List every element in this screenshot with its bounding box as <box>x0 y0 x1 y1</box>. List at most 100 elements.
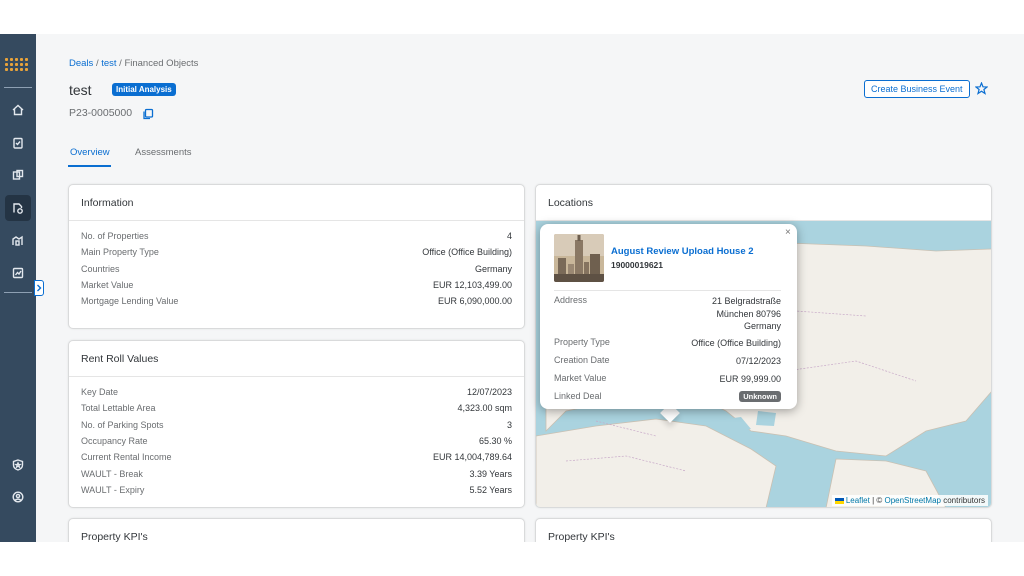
popup-row: Property Type Office (Office Building) <box>554 337 781 350</box>
ukraine-flag-icon <box>834 497 844 504</box>
app-frame: Deals / test / Financed Objects test Ini… <box>0 34 1024 542</box>
attribution-separator: | © <box>869 496 885 505</box>
property-thumbnail <box>554 234 604 282</box>
popup-row: Creation Date 07/12/2023 <box>554 355 781 368</box>
favorite-star-icon[interactable] <box>974 81 989 95</box>
rent-value: 3.39 Years <box>469 469 512 479</box>
copy-icon[interactable] <box>142 107 154 120</box>
popup-value: 07/12/2023 <box>735 356 781 366</box>
popup-value: EUR 99,999.00 <box>719 374 781 384</box>
popup-address-value: 21 Belgradstraße München 80796 Germany <box>712 295 781 333</box>
rent-value: 4,323.00 sqm <box>457 403 512 413</box>
breadcrumb-separator: / <box>119 58 122 69</box>
breadcrumb-link-deals[interactable]: Deals <box>69 58 93 69</box>
tab-selected-indicator <box>68 165 111 167</box>
rent-roll-card: Rent Roll Values Key Date 12/07/2023 Tota… <box>68 340 525 508</box>
info-value: Office (Office Building) <box>422 247 512 257</box>
info-label: Countries <box>81 264 120 274</box>
info-label: Mortgage Lending Value <box>81 296 179 306</box>
status-badge: Initial Analysis <box>112 83 176 96</box>
tasks-icon[interactable] <box>5 130 31 156</box>
rent-label: WAULT - Break <box>81 469 143 479</box>
info-value: 4 <box>506 231 512 241</box>
rent-value: 5.52 Years <box>469 485 512 495</box>
info-row: Market Value EUR 12,103,499.00 <box>81 280 512 294</box>
rent-label: Occupancy Rate <box>81 436 148 446</box>
address-line: 21 Belgradstraße <box>711 296 781 306</box>
shield-icon[interactable] <box>5 452 31 478</box>
card-title: Property KPI's <box>536 519 991 543</box>
popup-label: Address <box>554 295 588 305</box>
rent-value: EUR 14,004,789.64 <box>432 452 512 462</box>
rent-row: No. of Parking Spots 3 <box>81 420 512 434</box>
info-label: Market Value <box>81 280 134 290</box>
popup-address-row: Address 21 Belgradstraße München 80796 G… <box>554 295 781 333</box>
sidebar-expand-toggle[interactable] <box>34 280 44 296</box>
create-business-event-button[interactable]: Create Business Event <box>864 80 970 98</box>
rent-value: 65.30 % <box>478 436 512 446</box>
popup-label: Linked Deal <box>554 391 602 401</box>
info-row: Main Property Type Office (Office Buildin… <box>81 247 512 261</box>
collateral-icon[interactable] <box>5 228 31 254</box>
info-row: Mortgage Lending Value EUR 6,090,000.00 <box>81 296 512 310</box>
info-value: EUR 12,103,499.00 <box>432 280 512 290</box>
property-kpi-card: Property KPI's <box>68 518 525 542</box>
popup-label: Creation Date <box>554 355 610 365</box>
tab-overview[interactable]: Overview <box>70 147 110 158</box>
sidebar-divider <box>4 87 32 88</box>
deals-icon[interactable] <box>5 162 31 188</box>
info-value: Germany <box>474 264 512 274</box>
popup-divider <box>554 290 781 291</box>
tab-assessments[interactable]: Assessments <box>135 147 192 158</box>
linked-deal-badge: Unknown <box>739 391 781 402</box>
sidebar-divider <box>4 292 32 293</box>
info-label: Main Property Type <box>81 247 159 257</box>
property-thumbnail-image <box>554 234 604 282</box>
rent-label: No. of Parking Spots <box>81 420 164 430</box>
app-launcher-icon[interactable] <box>5 58 31 72</box>
property-kpi-card: Property KPI's <box>535 518 992 542</box>
popup-value: Office (Office Building) <box>691 338 781 348</box>
popup-close-button[interactable]: × <box>785 227 791 238</box>
breadcrumb: Deals / test / Financed Objects <box>69 58 198 69</box>
map-attribution: Leaflet | © OpenStreetMap contributors <box>831 495 988 506</box>
openstreetmap-link[interactable]: OpenStreetMap <box>884 496 940 505</box>
breadcrumb-link-test[interactable]: test <box>101 58 116 69</box>
leaflet-link[interactable]: Leaflet <box>846 496 870 505</box>
attribution-suffix: contributors <box>940 496 985 505</box>
popup-label: Property Type <box>554 337 610 347</box>
financed-objects-icon[interactable] <box>5 195 31 221</box>
breadcrumb-current: Financed Objects <box>124 58 199 69</box>
rent-label: Current Rental Income <box>81 452 172 462</box>
popup-property-title-link[interactable]: August Review Upload House 2 <box>611 246 754 257</box>
user-profile-icon[interactable] <box>5 484 31 510</box>
info-row: No. of Properties 4 <box>81 231 512 245</box>
rent-row: WAULT - Expiry 5.52 Years <box>81 485 512 499</box>
rent-value: 12/07/2023 <box>466 387 512 397</box>
object-id: P23-0005000 <box>69 107 133 119</box>
info-value: EUR 6,090,000.00 <box>437 296 512 306</box>
address-line: München 80796 <box>716 308 781 319</box>
info-label: No. of Properties <box>81 231 149 241</box>
card-title: Rent Roll Values <box>69 341 524 377</box>
rent-label: WAULT - Expiry <box>81 485 145 495</box>
rent-value: 3 <box>506 420 512 430</box>
side-navigation <box>0 34 36 542</box>
reports-icon[interactable] <box>5 260 31 286</box>
rent-row: Total Lettable Area 4,323.00 sqm <box>81 403 512 417</box>
breadcrumb-separator: / <box>95 58 99 69</box>
rent-row: Key Date 12/07/2023 <box>81 387 512 401</box>
card-title: Property KPI's <box>69 519 524 543</box>
info-row: Countries Germany <box>81 264 512 278</box>
information-card: Information No. of Properties 4 Main Prop… <box>68 184 525 329</box>
popup-property-id: 19000019621 <box>611 260 664 270</box>
rent-row: WAULT - Break 3.39 Years <box>81 469 512 483</box>
rent-row: Occupancy Rate 65.30 % <box>81 436 512 450</box>
card-title: Information <box>69 185 524 221</box>
popup-row: Market Value EUR 99,999.00 <box>554 373 781 386</box>
home-icon[interactable] <box>5 97 31 123</box>
popup-row: Linked Deal Unknown <box>554 391 781 402</box>
page-title: test <box>69 82 92 98</box>
rent-label: Total Lettable Area <box>81 403 156 413</box>
card-title: Locations <box>536 185 991 221</box>
